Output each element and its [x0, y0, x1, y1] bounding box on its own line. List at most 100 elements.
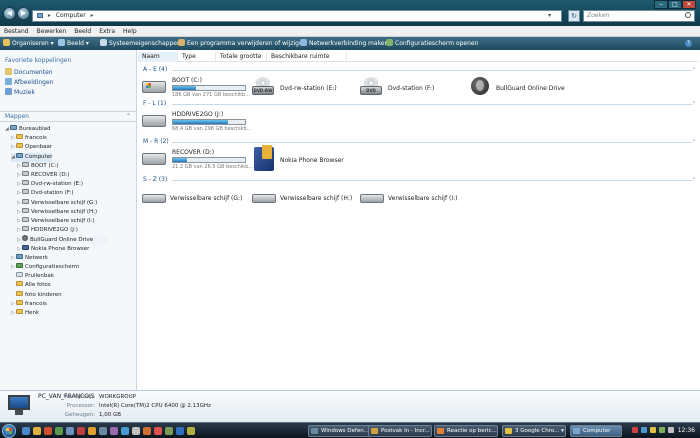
tree-item[interactable]: ▷ Verwisselbare schijf (G:): [17, 198, 97, 208]
quick-launch-icon[interactable]: [154, 427, 162, 435]
quick-launch-icon[interactable]: [132, 427, 140, 435]
refresh-button[interactable]: ↻: [568, 10, 580, 22]
quick-launch-icon[interactable]: [44, 427, 52, 435]
group-header[interactable]: M - R (2): [143, 138, 169, 145]
tree-item[interactable]: ▷ francois: [11, 134, 47, 143]
close-button[interactable]: ✕: [682, 0, 696, 9]
address-dropdown-icon[interactable]: ▾: [548, 11, 551, 21]
quick-launch-icon[interactable]: [55, 427, 63, 435]
drive-item[interactable]: Verwisselbare schijf (I:): [360, 185, 465, 211]
toolbar-button-1[interactable]: Beeld ▾: [58, 37, 89, 50]
quick-launch-icon[interactable]: [22, 427, 30, 435]
drive-item[interactable]: Nokia Phone Browser: [252, 145, 357, 173]
drive-item[interactable]: DVD-RW Dvd-rw-station (E:): [252, 75, 357, 101]
quick-launch-icon[interactable]: [176, 427, 184, 435]
quick-launch-icon[interactable]: [121, 427, 129, 435]
tree-item[interactable]: ▷ Openbaar: [11, 143, 52, 152]
favorite-2[interactable]: Muziek: [5, 88, 35, 96]
menu-beeld[interactable]: Beeld: [70, 26, 95, 37]
tree-item[interactable]: Prullenbak: [11, 272, 54, 281]
drive-item[interactable]: BullGuard Online Drive: [468, 75, 573, 101]
minimize-button[interactable]: ‒: [654, 0, 668, 9]
toolbar-button-5[interactable]: Configuratiescherm openen: [386, 37, 478, 50]
tree-item[interactable]: Alle fotos: [11, 281, 51, 290]
tree-item[interactable]: ▷ Dvd-rw-station (E:): [17, 180, 83, 189]
search-input[interactable]: Zoeken: [583, 10, 695, 22]
menu-bestand[interactable]: Bestand: [0, 26, 33, 37]
toolbar-button-3[interactable]: Een programma verwijderen of wijzigen: [178, 37, 306, 50]
chevron-up-icon[interactable]: ⌃: [126, 112, 131, 122]
collapse-icon[interactable]: ⌃: [692, 177, 696, 183]
back-button[interactable]: ◀: [3, 7, 16, 20]
address-bar[interactable]: ▸ Computer ▸ ▾: [32, 10, 562, 22]
folders-header[interactable]: Mappen ⌃: [0, 111, 136, 122]
toolbar-button-4[interactable]: Netwerkverbinding maken: [300, 37, 388, 50]
tree-item[interactable]: ▷ HDDRIVE2GO (J:): [17, 226, 78, 235]
tree-item[interactable]: ▷ BullGuard Online Drive: [17, 235, 109, 245]
menu-help[interactable]: Help: [119, 26, 141, 37]
quick-launch-icon[interactable]: [110, 427, 118, 435]
clock[interactable]: 12:36: [678, 423, 695, 438]
quick-launch-icon[interactable]: [187, 427, 195, 435]
tree-item[interactable]: ▷ BOOT (C:): [17, 161, 58, 171]
drive-item[interactable]: BOOT (C:) 186 GB van 271 GB beschikb...: [142, 75, 250, 101]
column-name[interactable]: Naam: [138, 52, 178, 62]
tree-item[interactable]: ▷ francois: [11, 299, 47, 309]
start-button[interactable]: [2, 424, 16, 438]
collapse-icon[interactable]: ⌃: [692, 67, 696, 73]
tray-icon[interactable]: [668, 427, 674, 433]
tree-item[interactable]: ▷ Nokia Phone Browser: [17, 244, 89, 254]
help-icon[interactable]: ?: [685, 40, 692, 47]
favorite-0[interactable]: Documenten: [5, 68, 53, 76]
group-header[interactable]: S - Z (3): [143, 176, 167, 183]
drive-item[interactable]: DVD Dvd-station (F:): [360, 75, 465, 101]
quick-launch-icon[interactable]: [33, 427, 41, 435]
tree-item[interactable]: ▷ RECOVER (D:): [17, 171, 70, 180]
taskbar-button[interactable]: Postvak In - Incr...: [368, 425, 432, 437]
forward-button[interactable]: ▶: [17, 7, 30, 20]
tree-item[interactable]: ◢ Bureaublad: [5, 125, 51, 134]
tree-item[interactable]: ◢ Computer: [11, 152, 53, 162]
taskbar-button[interactable]: Computer: [570, 425, 622, 437]
quick-launch-icon[interactable]: [99, 427, 107, 435]
collapse-icon[interactable]: ⌃: [692, 139, 696, 145]
breadcrumb-chevron-icon[interactable]: ▸: [48, 12, 51, 19]
tree-item[interactable]: ▷ Dvd-station (F:): [17, 189, 74, 198]
menu-bewerken[interactable]: Bewerken: [33, 26, 71, 37]
taskbar-button[interactable]: Reactie op beric...: [434, 425, 498, 437]
tree-item[interactable]: foto kinderen: [11, 290, 62, 300]
tray-icon[interactable]: [641, 427, 647, 433]
column-type[interactable]: Type: [178, 52, 216, 62]
group-header[interactable]: F - L (1): [143, 100, 166, 107]
quick-launch-icon[interactable]: [143, 427, 151, 435]
tree-item[interactable]: ▷ Verwisselbare schijf (I:): [17, 217, 95, 226]
tray-icon[interactable]: [632, 427, 638, 433]
breadcrumb-computer[interactable]: Computer: [56, 12, 86, 19]
quick-launch-icon[interactable]: [165, 427, 173, 435]
column-free-space[interactable]: Beschikbare ruimte: [267, 52, 347, 62]
column-total-size[interactable]: Totale grootte: [216, 52, 267, 62]
toolbar-button-0[interactable]: Organiseren ▾: [3, 37, 54, 50]
quick-launch-icon[interactable]: [88, 427, 96, 435]
tree-item[interactable]: ▷ Netwerk: [11, 253, 48, 263]
taskbar-button[interactable]: Windows Defen...: [308, 425, 372, 437]
drive-item[interactable]: HDDRIVE2GO (J:) 68,4 GB van 298 GB beschi…: [142, 109, 251, 135]
tree-item[interactable]: ▷ Henk: [11, 309, 39, 318]
tray-icon[interactable]: [659, 427, 665, 433]
maximize-button[interactable]: □: [668, 0, 682, 9]
favorite-1[interactable]: Afbeeldingen: [5, 78, 53, 86]
quick-launch-icon[interactable]: [66, 427, 74, 435]
group-header[interactable]: A - E (4): [143, 66, 167, 73]
tree-item[interactable]: ▷ Verwisselbare schijf (H:): [17, 207, 97, 217]
tray-icon[interactable]: [650, 427, 656, 433]
menu-extra[interactable]: Extra: [95, 26, 119, 37]
quick-launch-icon[interactable]: [77, 427, 85, 435]
tree-item[interactable]: ▷ Configuratiescherm: [11, 263, 79, 272]
drive-item[interactable]: Verwisselbare schijf (H:): [252, 185, 357, 211]
search-icon[interactable]: [685, 12, 691, 18]
drive-item[interactable]: RECOVER (D:) 21,2 GB van 26,5 GB beschikb…: [142, 147, 253, 173]
collapse-icon[interactable]: ⌃: [692, 101, 696, 107]
breadcrumb-chevron-icon[interactable]: ▸: [91, 12, 94, 19]
toolbar-button-2[interactable]: Systeemeigenschappen: [100, 37, 181, 50]
taskbar-button[interactable]: 3 Google Chro... ▾: [502, 425, 566, 437]
